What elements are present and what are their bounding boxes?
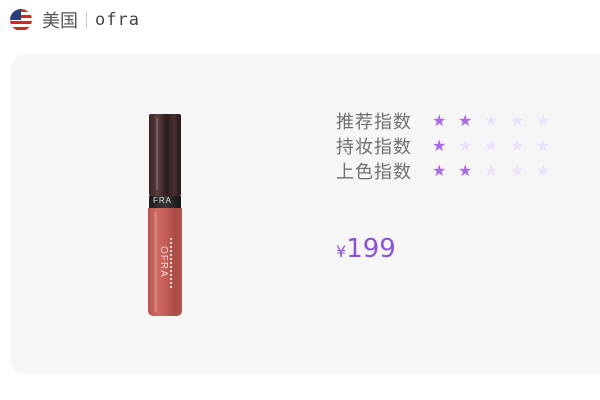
star-icon: ★ [536, 136, 551, 155]
header: 美国 ofra [10, 8, 140, 32]
star-rating: ★ ★ ★ ★ ★ [432, 108, 562, 133]
star-icon: ★ [536, 111, 551, 130]
brand-name: ofra [95, 10, 140, 30]
tube-logo: OFRA [158, 246, 169, 278]
country-label: 美国 [42, 11, 78, 32]
star-rating: ★ ★ ★ ★ ★ [432, 158, 562, 183]
price-amount: 199 [346, 234, 396, 264]
star-icon: ★ [484, 136, 499, 155]
star-rating: ★ ★ ★ ★ ★ [432, 133, 562, 158]
star-icon: ★ [484, 161, 499, 180]
star-icon: ★ [510, 161, 525, 180]
product-cap [149, 114, 181, 196]
product-image[interactable]: FRA OFRA [148, 114, 182, 319]
price: ¥199 [336, 234, 396, 264]
price-currency: ¥ [336, 242, 347, 261]
product-tube: OFRA [148, 208, 182, 316]
rating-row-recommend: 推荐指数 ★ ★ ★ ★ ★ [336, 108, 562, 133]
ratings-panel: 推荐指数 ★ ★ ★ ★ ★ 持妆指数 ★ ★ ★ ★ ★ 上色指数 ★ ★ ★ ★ ★ [336, 108, 562, 183]
star-icon: ★ [536, 161, 551, 180]
product-collar: FRA [149, 196, 181, 208]
rating-row-longwear: 持妆指数 ★ ★ ★ ★ ★ [336, 133, 562, 158]
star-icon: ★ [432, 136, 447, 155]
star-icon: ★ [432, 111, 447, 130]
header-divider [86, 12, 87, 28]
star-icon: ★ [432, 161, 447, 180]
star-icon: ★ [458, 111, 473, 130]
collar-label: FRA [153, 196, 172, 205]
star-icon: ★ [458, 136, 473, 155]
star-icon: ★ [484, 111, 499, 130]
rating-label: 持妆指数 [336, 136, 412, 158]
us-flag-icon [10, 9, 32, 31]
star-icon: ★ [510, 136, 525, 155]
product-card[interactable]: FRA OFRA 推荐指数 ★ ★ ★ ★ ★ 持妆指数 ★ ★ ★ ★ ★ 上色指数 ★ ★ ★ ★… [10, 54, 600, 374]
rating-label: 上色指数 [336, 161, 412, 183]
rating-label: 推荐指数 [336, 111, 412, 133]
rating-row-color: 上色指数 ★ ★ ★ ★ ★ [336, 158, 562, 183]
star-icon: ★ [458, 161, 473, 180]
star-icon: ★ [510, 111, 525, 130]
